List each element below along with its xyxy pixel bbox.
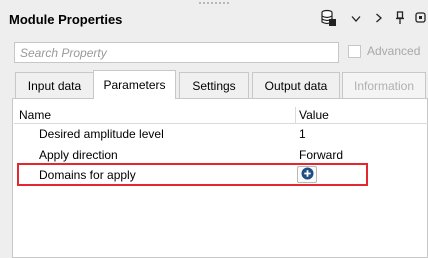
tab-label: Settings [192, 78, 236, 93]
highlight-box [17, 163, 368, 186]
tab-label: Parameters [103, 78, 166, 92]
chevron-down-icon [351, 12, 361, 26]
search-input[interactable] [15, 43, 338, 62]
tab-settings[interactable]: Settings [179, 72, 249, 98]
row-name-desired-amplitude-level[interactable]: Desired amplitude level [39, 127, 164, 141]
grid-column-header [14, 107, 428, 124]
chevron-right-icon [375, 12, 383, 26]
tab-parameters[interactable]: Parameters [93, 70, 176, 99]
row-value-desired-amplitude-level[interactable]: 1 [299, 127, 306, 141]
advanced-checkbox[interactable] [348, 44, 361, 58]
panel-title: Module Properties [9, 12, 123, 27]
column-divider[interactable] [295, 107, 296, 123]
tab-label: Input data [27, 78, 82, 93]
pin-icon [395, 10, 405, 28]
search-property-field[interactable] [14, 42, 339, 63]
chevron-right-button[interactable] [372, 9, 386, 29]
row-value-apply-direction[interactable]: Forward [299, 148, 343, 162]
chevron-down-button[interactable] [348, 9, 364, 29]
row-name-apply-direction[interactable]: Apply direction [39, 148, 118, 162]
advanced-toggle[interactable]: Advanced [348, 44, 420, 58]
column-header-name[interactable]: Name [19, 108, 51, 122]
popout-icon [414, 11, 427, 27]
tab-information: Information [342, 72, 426, 98]
tab-label: Information [353, 78, 415, 93]
tab-label: Output data [264, 78, 328, 93]
pin-button[interactable] [393, 9, 407, 29]
tab-output-data[interactable]: Output data [252, 72, 340, 98]
database-icon [319, 9, 337, 30]
database-button[interactable] [318, 9, 338, 29]
panel-drag-grip[interactable] [199, 2, 229, 4]
tab-input-data[interactable]: Input data [15, 72, 94, 98]
popout-button[interactable] [413, 9, 428, 29]
advanced-label: Advanced [367, 44, 421, 58]
column-header-value[interactable]: Value [299, 108, 329, 122]
